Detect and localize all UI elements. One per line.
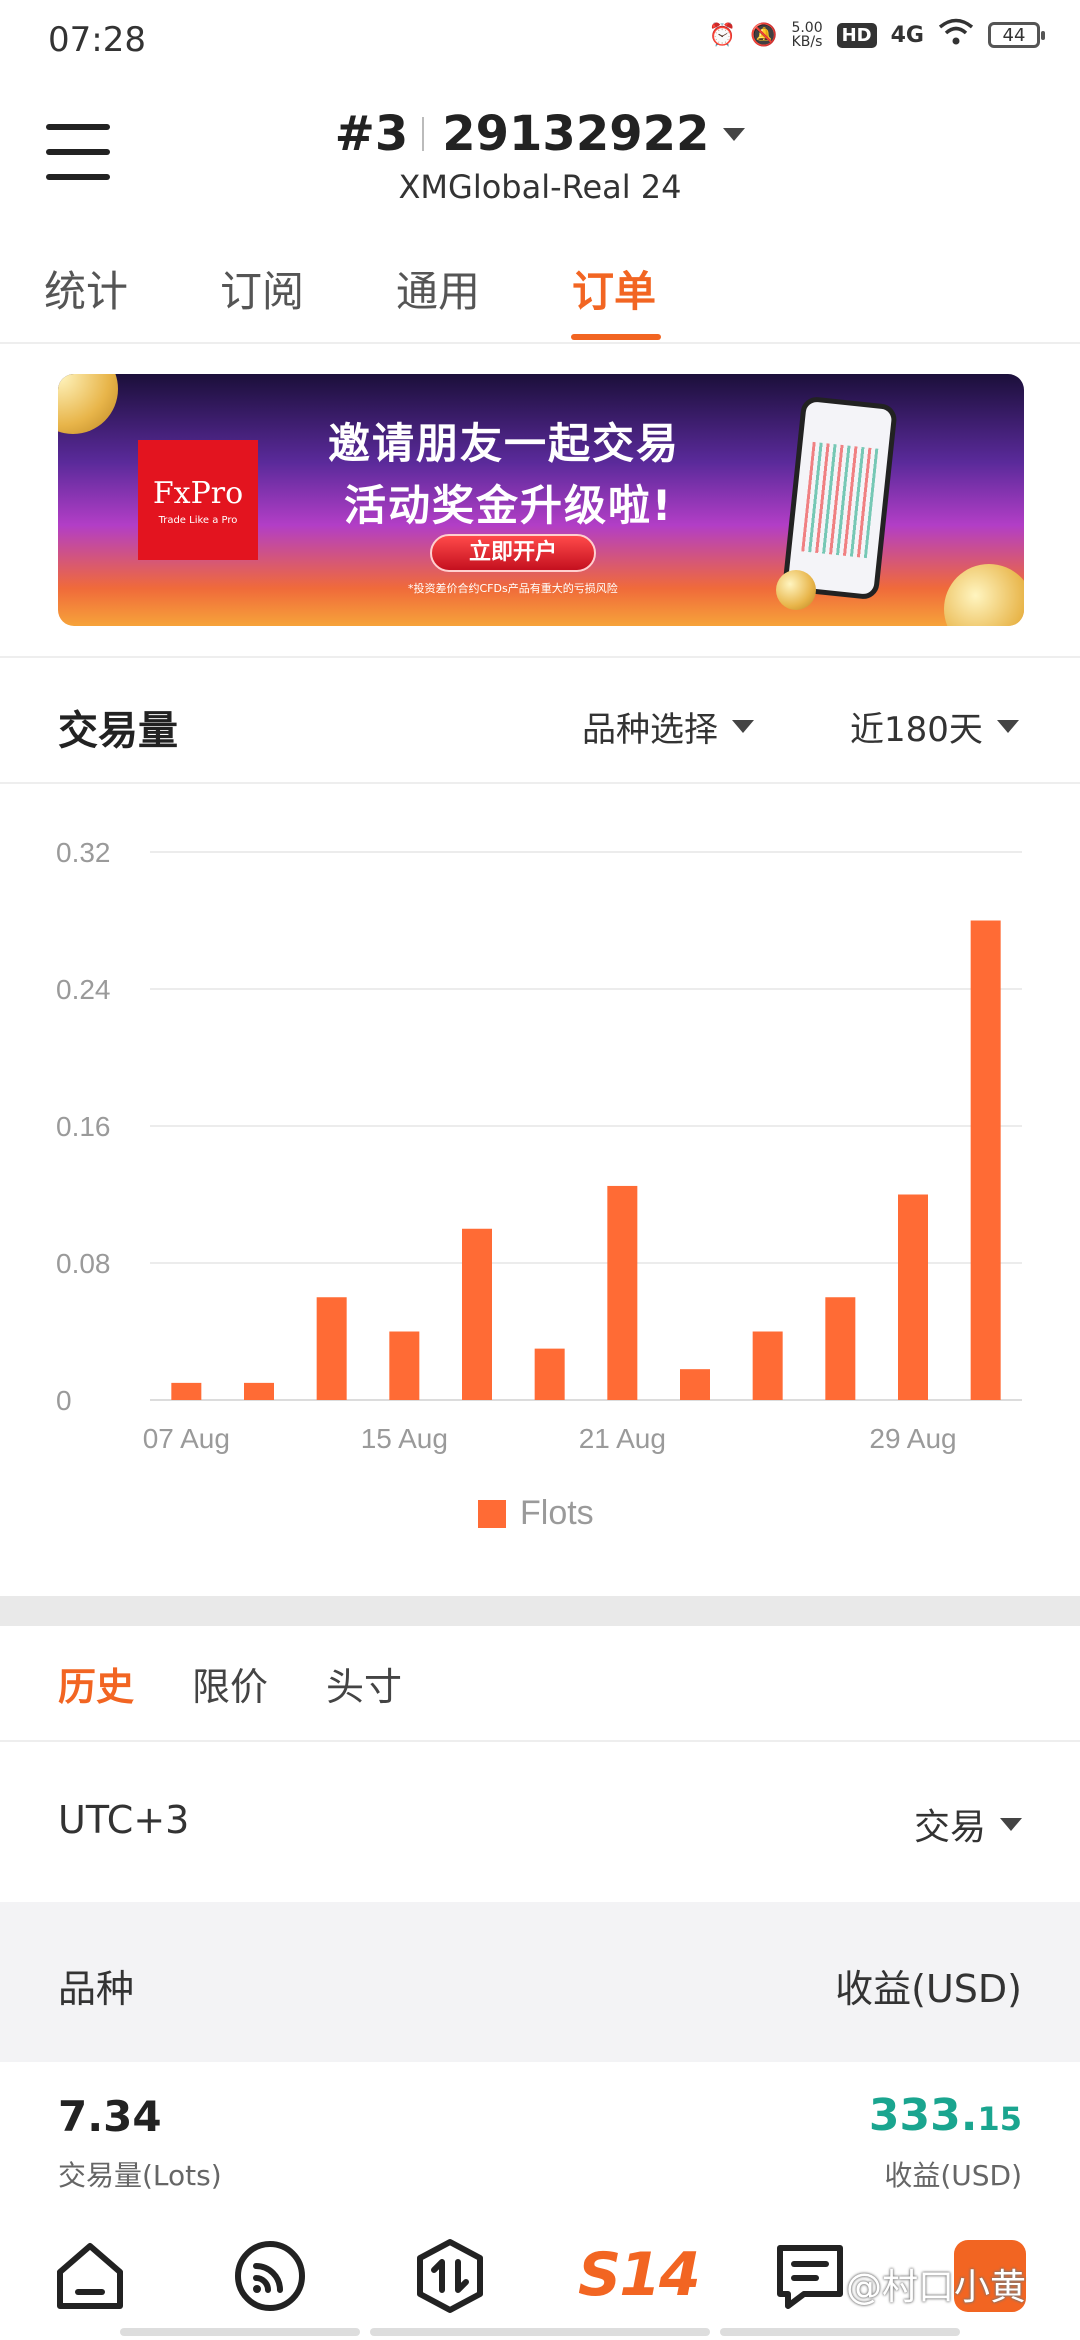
history-tabs: 历史 限价 头寸 — [0, 1626, 1080, 1742]
volume-header: 交易量 品种选择 近180天 — [0, 656, 1080, 784]
top-tabs: 统计 订阅 通用 订单 — [0, 248, 1080, 344]
timezone-selector[interactable]: UTC+3 — [58, 1798, 189, 1842]
y-tick-label: 0 — [56, 1385, 72, 1416]
coin-decoration — [944, 564, 1024, 626]
news-icon[interactable] — [770, 2236, 850, 2316]
gesture-bar — [120, 2328, 360, 2336]
battery-icon: 44 — [988, 22, 1045, 48]
y-tick-label: 0.32 — [56, 837, 111, 868]
type-filter-label: 交易 — [913, 1807, 986, 1848]
volume-title: 交易量 — [58, 708, 178, 754]
bar — [825, 1297, 856, 1400]
gesture-bar — [370, 2328, 710, 2336]
col-profit: 收益(USD) — [835, 1967, 1022, 2011]
active-tab-indicator — [571, 334, 661, 340]
bar — [898, 1194, 928, 1400]
account-number: 29132922 — [442, 106, 710, 162]
bar — [462, 1228, 492, 1400]
hd-badge: HD — [836, 22, 877, 48]
chevron-down-icon — [996, 720, 1019, 733]
banner-risk-note: *投资差价合约CFDs产品有重大的亏损风险 — [408, 582, 618, 595]
tab-general[interactable]: 通用 — [396, 258, 480, 319]
tab-statistics[interactable]: 统计 — [44, 258, 128, 319]
bar — [316, 1297, 347, 1400]
x-tick-label: 29 Aug — [869, 1423, 956, 1454]
tab-history[interactable]: 历史 — [58, 1656, 134, 1711]
account-selector[interactable]: #3 29132922 XMGlobal-Real 24 — [0, 106, 1080, 206]
legend-label: Flots — [520, 1494, 594, 1532]
volume-chart-svg: 0 0.08 0.16 0.24 0.32 07 Aug 15 Aug 21 Aug 29 Au… — [56, 837, 1022, 1532]
bar — [970, 920, 1001, 1400]
fxpro-logo: FxPro Trade Like a Pro — [138, 440, 258, 560]
y-tick-label: 0.08 — [56, 1248, 111, 1279]
status-time: 07:28 — [48, 20, 146, 60]
bar — [680, 1369, 710, 1400]
y-tick-label: 0.16 — [56, 1111, 111, 1142]
network-type: 4G — [890, 22, 924, 48]
chevron-down-icon — [1000, 1817, 1022, 1831]
gesture-bar — [720, 2328, 960, 2336]
x-tick-label: 21 Aug — [579, 1423, 666, 1454]
alarm-icon: ⏰ — [708, 22, 737, 48]
tab-positions[interactable]: 头寸 — [326, 1656, 402, 1711]
total-volume: 7.34 — [58, 2092, 162, 2141]
status-icons: ⏰ 🔕 5.00 KB/s HD 4G 44 — [708, 18, 1045, 52]
bar — [534, 1348, 565, 1400]
filter-row: UTC+3 交易 — [0, 1744, 1080, 1902]
table-header: 品种 收益(USD) — [0, 1902, 1080, 2062]
bar — [607, 1185, 638, 1400]
chevron-down-icon — [723, 127, 746, 141]
tab-limit[interactable]: 限价 — [192, 1656, 268, 1711]
open-account-button[interactable]: 立即开户 — [430, 534, 596, 572]
net-speed-unit: KB/s — [791, 34, 823, 50]
total-volume-label: 交易量(Lots) — [58, 2159, 222, 2192]
banner-headline-2: 活动奖金升级啦! — [344, 481, 674, 530]
signal-icon[interactable] — [230, 2236, 310, 2316]
y-tick-label: 0.24 — [56, 974, 111, 1005]
home-icon[interactable] — [50, 2236, 130, 2316]
chevron-down-icon — [732, 720, 754, 733]
fxpro-logo-tagline: Trade Like a Pro — [158, 515, 238, 526]
total-profit-dec: 15 — [977, 2100, 1022, 2138]
account-server: XMGlobal-Real 24 — [398, 168, 682, 206]
summary-row: 7.34 交易量(Lots) 333.15 收益(USD) — [0, 2062, 1080, 2202]
total-profit-int: 333. — [868, 2090, 978, 2141]
symbol-filter-label: 品种选择 — [582, 710, 718, 750]
period-filter-dropdown[interactable]: 近180天 — [850, 702, 1019, 751]
status-bar: 07:28 ⏰ 🔕 5.00 KB/s HD 4G 44 — [0, 0, 1080, 84]
tab-subscribe[interactable]: 订阅 — [220, 258, 304, 319]
account-separator — [422, 117, 425, 151]
total-profit: 333.15 — [869, 2090, 1022, 2141]
legend-swatch — [478, 1500, 506, 1528]
bottom-nav: S14 @村口小黄 — [0, 2200, 1080, 2340]
tab-orders[interactable]: 订单 — [572, 258, 656, 319]
banner-headline-1: 邀请朋友一起交易 — [328, 419, 681, 468]
net-speed: 5.00 KB/s — [791, 21, 822, 49]
coin-decoration — [776, 570, 816, 610]
mute-icon: 🔕 — [750, 22, 778, 48]
app-header: #3 29132922 XMGlobal-Real 24 — [0, 84, 1080, 214]
wifi-icon — [938, 18, 974, 52]
col-symbol: 品种 — [58, 1967, 135, 2011]
type-filter-dropdown[interactable]: 交易 — [914, 1798, 1022, 1850]
watermark: @村口小黄 — [846, 2267, 1027, 2308]
section-divider — [0, 1596, 1080, 1626]
period-filter-label: 近180天 — [850, 710, 983, 750]
trade-icon[interactable] — [410, 2236, 490, 2316]
x-tick-label: 07 Aug — [143, 1423, 230, 1454]
bar — [752, 1331, 783, 1400]
brand-logo[interactable]: S14 — [578, 2240, 701, 2310]
promo-banner[interactable]: FxPro Trade Like a Pro 邀请朋友一起交易 活动奖金升级啦!… — [58, 374, 1024, 626]
symbol-filter-dropdown[interactable]: 品种选择 — [582, 702, 754, 751]
bar — [389, 1331, 420, 1400]
x-tick-label: 15 Aug — [361, 1423, 448, 1454]
bar — [171, 1382, 202, 1400]
bar — [244, 1382, 274, 1400]
fxpro-logo-name: FxPro — [152, 476, 244, 511]
account-index: #3 — [334, 106, 409, 162]
total-profit-label: 收益(USD) — [884, 2159, 1022, 2192]
battery-level: 44 — [1002, 24, 1026, 46]
coin-decoration — [58, 374, 118, 434]
volume-chart: 0 0.08 0.16 0.24 0.32 07 Aug 15 Aug 21 Aug 29 Au… — [0, 790, 1080, 1590]
